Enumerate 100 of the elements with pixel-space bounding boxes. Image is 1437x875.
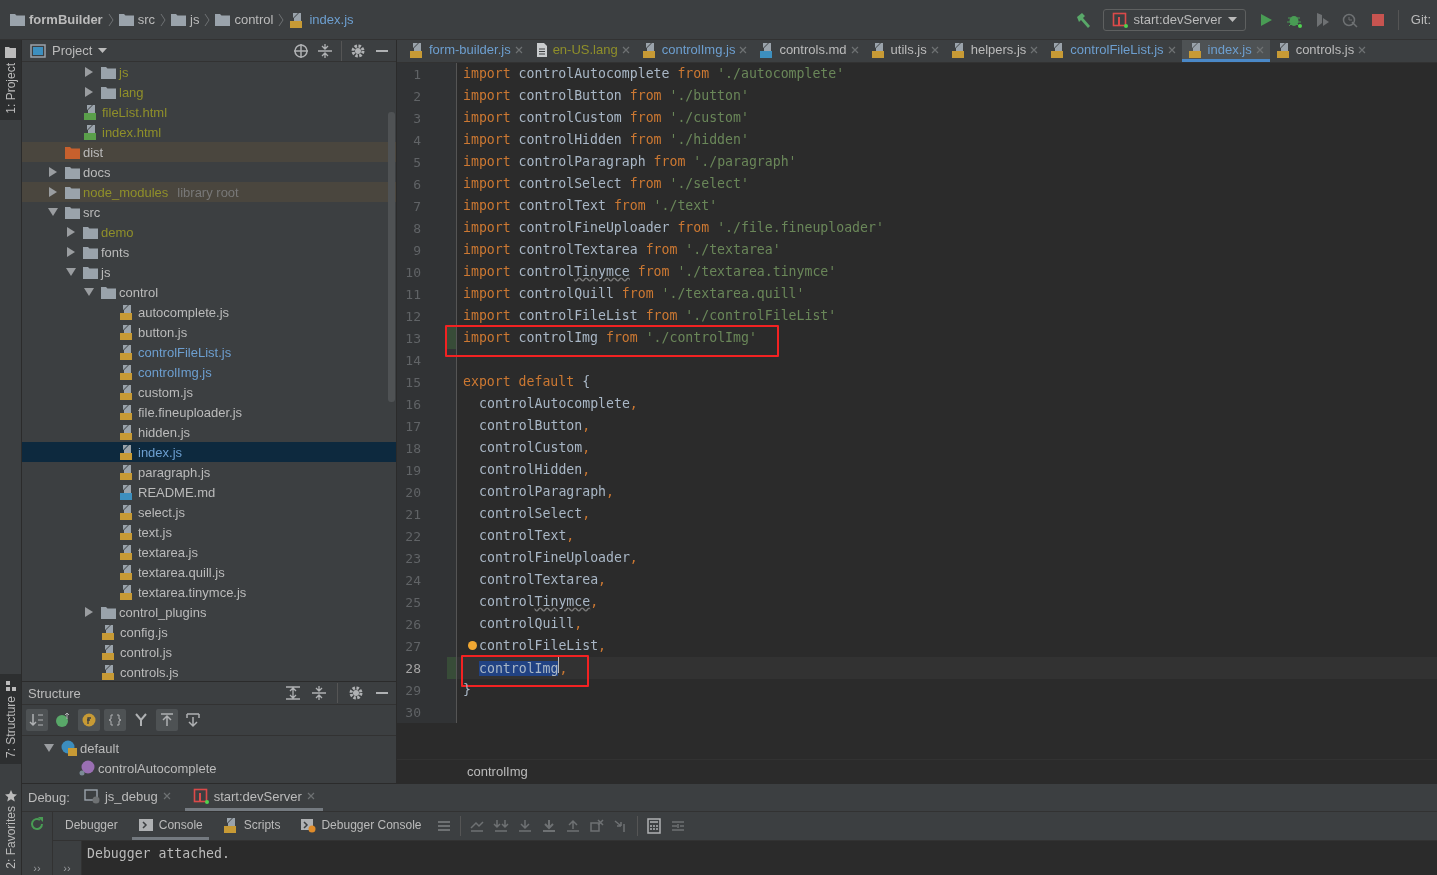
stop-icon[interactable] bbox=[1369, 11, 1386, 28]
tree-item[interactable]: paragraph.js bbox=[22, 462, 396, 482]
scroll-to-toggle[interactable] bbox=[156, 709, 178, 731]
editor-tab[interactable]: helpers.js bbox=[944, 40, 1045, 62]
tree-item[interactable]: docs bbox=[22, 162, 396, 182]
step-out-icon[interactable] bbox=[564, 818, 581, 834]
debug-subtab[interactable]: Scripts bbox=[216, 812, 287, 840]
editor-tab[interactable]: controlFileList.js bbox=[1044, 40, 1182, 62]
tree-item[interactable]: textarea.quill.js bbox=[22, 562, 396, 582]
tree-item[interactable]: file.fineuploader.js bbox=[22, 402, 396, 422]
object-icon[interactable] bbox=[61, 740, 77, 756]
rerun-icon[interactable] bbox=[29, 816, 45, 832]
editor-tab[interactable]: form-builder.js bbox=[403, 40, 529, 62]
tree-item[interactable]: lang bbox=[22, 82, 396, 102]
close-icon[interactable] bbox=[739, 45, 748, 54]
editor-tab[interactable]: controls.md bbox=[753, 40, 865, 62]
collapsed-arrow-icon[interactable] bbox=[66, 227, 76, 237]
tool-window-button[interactable]: 1: Project bbox=[0, 40, 21, 120]
list-icon[interactable] bbox=[435, 818, 452, 834]
profiler-icon[interactable] bbox=[1341, 11, 1358, 28]
collapsed-arrow-icon[interactable] bbox=[84, 87, 94, 97]
close-icon[interactable] bbox=[162, 792, 171, 800]
close-icon[interactable] bbox=[306, 792, 315, 800]
hammer-icon[interactable] bbox=[1074, 11, 1091, 28]
step-into-icon[interactable] bbox=[516, 818, 533, 834]
bulb-icon[interactable] bbox=[468, 641, 477, 650]
settings-icon[interactable] bbox=[348, 685, 364, 701]
collapsed-arrow-icon[interactable] bbox=[66, 247, 76, 257]
tree-item[interactable]: textarea.tinymce.js bbox=[22, 582, 396, 602]
breadcrumb-item[interactable]: control bbox=[215, 12, 274, 27]
debug-tab[interactable]: start:devServer bbox=[184, 784, 323, 811]
fields-toggle[interactable] bbox=[78, 709, 100, 731]
locate-icon[interactable] bbox=[293, 42, 309, 59]
tree-item[interactable]: control.js bbox=[22, 642, 396, 662]
tree-item[interactable]: README.md bbox=[22, 482, 396, 502]
more-actions[interactable]: ›› bbox=[33, 861, 41, 875]
close-icon[interactable] bbox=[850, 45, 859, 54]
tree-item[interactable]: fonts bbox=[22, 242, 396, 262]
tree-item[interactable]: select.js bbox=[22, 502, 396, 522]
editor-tab[interactable]: utils.js bbox=[864, 40, 945, 62]
expanded-arrow-icon[interactable] bbox=[48, 207, 58, 217]
expanded-arrow-icon[interactable] bbox=[44, 743, 54, 753]
braces-toggle[interactable] bbox=[104, 709, 126, 731]
tree-item[interactable]: controlFileList.js bbox=[22, 342, 396, 362]
close-icon[interactable] bbox=[621, 45, 630, 54]
tree-item[interactable]: index.js bbox=[22, 442, 396, 462]
tool-window-button[interactable]: 2: Favorites bbox=[0, 784, 21, 875]
tree-item[interactable]: demo bbox=[22, 222, 396, 242]
tree-item[interactable]: index.html bbox=[22, 122, 396, 142]
tree-item[interactable]: fileList.html bbox=[22, 102, 396, 122]
editor-tab[interactable]: controls.js bbox=[1269, 40, 1373, 62]
tree-item[interactable]: js bbox=[22, 262, 396, 282]
settings-icon[interactable] bbox=[350, 42, 366, 59]
more-actions[interactable]: ›› bbox=[63, 861, 71, 875]
tree-item[interactable]: controlImg.js bbox=[22, 362, 396, 382]
tree-item[interactable]: custom.js bbox=[22, 382, 396, 402]
tree-item[interactable]: dist bbox=[22, 142, 396, 162]
force-step-into-icon[interactable] bbox=[540, 818, 557, 834]
tree-item[interactable]: hidden.js bbox=[22, 422, 396, 442]
debug-subtab[interactable]: Debugger bbox=[59, 812, 124, 840]
collapse-all-icon[interactable] bbox=[317, 42, 333, 59]
tree-item[interactable]: control_plugins bbox=[22, 602, 396, 622]
close-icon[interactable] bbox=[1030, 45, 1039, 54]
collapse-all-icon[interactable] bbox=[311, 685, 327, 701]
collapsed-arrow-icon[interactable] bbox=[48, 167, 58, 177]
editor-tab[interactable]: en-US.lang bbox=[528, 40, 636, 62]
tool-window-button[interactable]: 7: Structure bbox=[0, 674, 21, 765]
editor-breadcrumb[interactable]: controlImg bbox=[467, 764, 528, 779]
step-over-icon[interactable] bbox=[492, 818, 509, 834]
tree-item[interactable]: text.js bbox=[22, 522, 396, 542]
collapsed-arrow-icon[interactable] bbox=[84, 67, 94, 77]
structure-item[interactable]: default bbox=[22, 738, 396, 758]
close-icon[interactable] bbox=[1358, 45, 1367, 54]
structure-item[interactable]: controlAutocomplete bbox=[22, 758, 396, 778]
show-execution-point-icon[interactable] bbox=[468, 818, 485, 834]
tree-item[interactable]: control bbox=[22, 282, 396, 302]
expanded-arrow-icon[interactable] bbox=[66, 267, 76, 277]
editor-tab[interactable]: controlImg.js bbox=[635, 40, 754, 62]
close-icon[interactable] bbox=[514, 45, 523, 54]
tree-item[interactable]: button.js bbox=[22, 322, 396, 342]
sort-toggle[interactable] bbox=[26, 709, 48, 731]
tree-item[interactable]: autocomplete.js bbox=[22, 302, 396, 322]
tree-item[interactable]: config.js bbox=[22, 622, 396, 642]
breadcrumb-item[interactable]: src bbox=[118, 12, 155, 27]
close-icon[interactable] bbox=[930, 45, 939, 54]
run-configuration-dropdown[interactable]: start:devServer bbox=[1102, 8, 1246, 31]
project-view-dropdown[interactable]: Project bbox=[30, 42, 108, 59]
settings-list-icon[interactable] bbox=[669, 818, 686, 834]
scrollbar[interactable] bbox=[388, 112, 395, 402]
collapsed-arrow-icon[interactable] bbox=[84, 607, 94, 617]
breadcrumb-item[interactable]: js bbox=[171, 12, 200, 27]
tree-item[interactable]: js bbox=[22, 62, 396, 82]
tree-item[interactable]: textarea.js bbox=[22, 542, 396, 562]
property-icon[interactable] bbox=[79, 760, 95, 776]
expanded-arrow-icon[interactable] bbox=[84, 287, 94, 297]
breadcrumb-item[interactable]: formBuilder bbox=[10, 12, 103, 27]
drop-frame-icon[interactable] bbox=[588, 818, 605, 834]
breadcrumb-item[interactable]: index.js bbox=[289, 11, 354, 28]
close-icon[interactable] bbox=[1167, 45, 1176, 54]
editor-tab[interactable]: index.js bbox=[1181, 40, 1270, 62]
